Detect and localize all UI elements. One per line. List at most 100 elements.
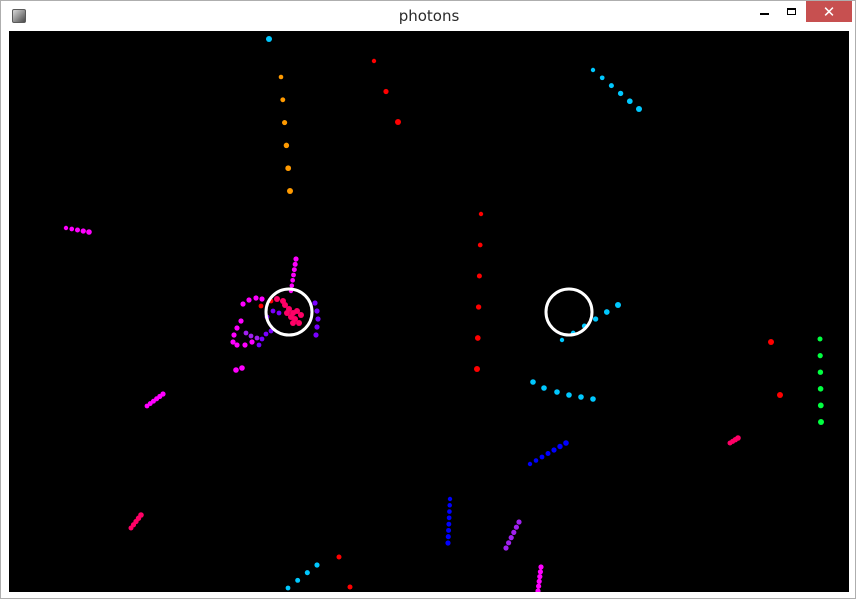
photon bbox=[253, 295, 259, 301]
photon bbox=[248, 333, 254, 339]
photon bbox=[590, 67, 596, 73]
photon bbox=[446, 527, 452, 533]
photon bbox=[274, 296, 280, 302]
photon bbox=[538, 564, 544, 570]
photon bbox=[284, 310, 290, 316]
photon bbox=[80, 228, 86, 234]
photon bbox=[474, 335, 481, 341]
photon bbox=[371, 58, 377, 64]
photon bbox=[506, 540, 512, 546]
photon bbox=[296, 320, 302, 326]
photon bbox=[445, 534, 451, 540]
photon bbox=[617, 90, 624, 97]
photon bbox=[447, 509, 452, 514]
photon bbox=[242, 342, 248, 348]
photon-canvas[interactable] bbox=[9, 31, 849, 592]
photon bbox=[566, 392, 572, 398]
photon bbox=[508, 535, 514, 541]
photon bbox=[768, 339, 774, 345]
photon bbox=[603, 309, 610, 315]
photon bbox=[530, 379, 536, 385]
photon bbox=[249, 339, 255, 345]
photon bbox=[298, 312, 304, 318]
photon bbox=[258, 303, 264, 309]
photon bbox=[280, 298, 286, 304]
photon bbox=[259, 336, 265, 342]
photon bbox=[590, 396, 596, 402]
photon bbox=[818, 419, 824, 425]
photon bbox=[336, 554, 342, 560]
photon bbox=[243, 330, 249, 336]
photon bbox=[599, 75, 605, 81]
window-title: photons bbox=[398, 7, 460, 25]
photon bbox=[511, 529, 517, 535]
photon bbox=[138, 512, 144, 518]
photon bbox=[86, 229, 92, 235]
photon bbox=[777, 392, 783, 398]
photon bbox=[285, 165, 292, 172]
close-button[interactable]: ✕ bbox=[806, 1, 852, 22]
photon bbox=[75, 227, 80, 233]
maximize-icon bbox=[786, 8, 796, 15]
photon bbox=[537, 569, 544, 575]
photon bbox=[563, 440, 569, 446]
photon bbox=[290, 278, 295, 283]
photon bbox=[282, 120, 288, 126]
photon bbox=[240, 301, 246, 307]
photon bbox=[503, 545, 509, 551]
maximize-button[interactable] bbox=[778, 1, 804, 22]
photon bbox=[541, 385, 547, 391]
app-window: photons ✕ bbox=[0, 0, 856, 599]
photon bbox=[234, 342, 240, 348]
photon bbox=[559, 337, 565, 343]
photon bbox=[476, 273, 482, 279]
photon bbox=[446, 515, 452, 521]
photon bbox=[256, 342, 262, 348]
photon bbox=[291, 267, 297, 273]
photon bbox=[63, 225, 69, 231]
photon bbox=[234, 325, 240, 331]
photon bbox=[304, 570, 310, 576]
photon bbox=[254, 335, 260, 341]
photon bbox=[475, 304, 482, 310]
photon bbox=[231, 332, 237, 338]
photon bbox=[554, 389, 560, 395]
photon bbox=[287, 188, 293, 194]
photon bbox=[292, 261, 298, 267]
photon bbox=[513, 524, 519, 530]
photon bbox=[537, 574, 543, 580]
photon bbox=[477, 242, 483, 248]
photon bbox=[295, 577, 301, 583]
photon bbox=[278, 74, 284, 80]
photon bbox=[314, 324, 320, 330]
photon bbox=[817, 386, 824, 392]
photon bbox=[539, 454, 545, 460]
photon bbox=[395, 119, 401, 125]
photon bbox=[283, 142, 290, 149]
photon bbox=[313, 332, 319, 338]
photon bbox=[626, 98, 633, 105]
photon bbox=[276, 310, 282, 316]
minimize-button[interactable] bbox=[751, 1, 778, 22]
photon bbox=[533, 458, 539, 463]
photon bbox=[347, 584, 353, 590]
title-bar[interactable]: photons ✕ bbox=[1, 1, 855, 31]
photon bbox=[592, 316, 599, 322]
photon bbox=[636, 106, 642, 112]
photon bbox=[314, 562, 320, 568]
photon bbox=[259, 296, 265, 302]
photon bbox=[447, 503, 452, 508]
photon bbox=[474, 366, 480, 372]
photon bbox=[315, 316, 321, 322]
photon bbox=[615, 302, 621, 308]
photon bbox=[817, 402, 824, 409]
photon bbox=[536, 583, 542, 589]
photon bbox=[293, 256, 299, 262]
photon bbox=[445, 540, 451, 546]
photon bbox=[527, 461, 533, 467]
photon bbox=[551, 447, 557, 453]
photon bbox=[578, 394, 584, 400]
photon bbox=[817, 369, 824, 375]
photon bbox=[516, 519, 522, 525]
photon bbox=[263, 331, 269, 337]
